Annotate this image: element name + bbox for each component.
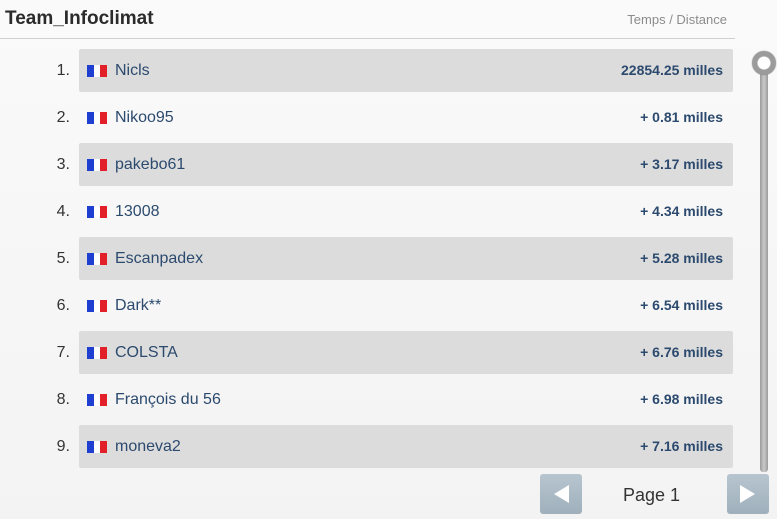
scrollbar-track[interactable] [760, 62, 768, 472]
list-item[interactable]: 1. Nicls 22854.25 milles [0, 49, 740, 96]
row-bar: moneva2 + 7.16 milles [79, 425, 733, 468]
row-bar: 13008 + 4.34 milles [79, 190, 733, 233]
arrow-left-icon [554, 485, 569, 503]
player-distance: + 6.54 milles [640, 297, 723, 313]
france-flag-icon [87, 206, 108, 218]
next-page-button[interactable] [727, 474, 769, 514]
row-bar: pakebo61 + 3.17 milles [79, 143, 733, 186]
player-name: 13008 [115, 203, 160, 220]
row-bar: Nikoo95 + 0.81 milles [79, 96, 733, 139]
list-item[interactable]: 8. François du 56 + 6.98 milles [0, 378, 740, 425]
rank-number: 2. [56, 109, 70, 126]
player-name: Nicls [115, 62, 150, 79]
list-item[interactable]: 2. Nikoo95 + 0.81 milles [0, 96, 740, 143]
france-flag-icon [87, 253, 108, 265]
rank-number: 3. [56, 156, 70, 173]
list-item[interactable]: 4. 13008 + 4.34 milles [0, 190, 740, 237]
france-flag-icon [87, 300, 108, 312]
row-bar: Nicls 22854.25 milles [79, 49, 733, 92]
player-name: Escanpadex [115, 250, 204, 267]
player-name: Nikoo95 [115, 109, 174, 126]
player-distance: + 4.34 milles [640, 203, 723, 219]
leaderboard-header: Team_Infoclimat Temps / Distance [0, 0, 735, 39]
page-indicator: Page 1 [623, 485, 681, 505]
france-flag-icon [87, 65, 108, 77]
france-flag-icon [87, 159, 108, 171]
player-distance: + 6.76 milles [640, 344, 723, 360]
rank-number: 4. [56, 203, 70, 220]
rank-number: 7. [56, 344, 70, 361]
scrollbar-handle[interactable] [752, 51, 776, 75]
list-item[interactable]: 7. COLSTA + 6.76 milles [0, 331, 740, 378]
player-name: François du 56 [115, 391, 221, 408]
player-distance: 22854.25 milles [621, 62, 723, 78]
leaderboard-panel: Team_Infoclimat Temps / Distance 1. Nicl… [0, 0, 777, 519]
row-bar: Dark** + 6.54 milles [79, 284, 733, 327]
column-label: Temps / Distance [627, 12, 727, 27]
player-distance: + 3.17 milles [640, 156, 723, 172]
list-item[interactable]: 9. moneva2 + 7.16 milles [0, 425, 740, 472]
list-item[interactable]: 5. Escanpadex + 5.28 milles [0, 237, 740, 284]
player-distance: + 6.98 milles [640, 391, 723, 407]
france-flag-icon [87, 112, 108, 124]
team-title: Team_Infoclimat [5, 8, 154, 29]
rank-number: 9. [56, 438, 70, 455]
list-item[interactable]: 6. Dark** + 6.54 milles [0, 284, 740, 331]
france-flag-icon [87, 347, 108, 359]
ranking-list: 1. Nicls 22854.25 milles 2. Nikoo95 + 0.… [0, 49, 740, 472]
player-name: moneva2 [115, 438, 181, 455]
france-flag-icon [87, 441, 108, 453]
row-bar: COLSTA + 6.76 milles [79, 331, 733, 374]
rank-number: 6. [56, 297, 70, 314]
player-distance: + 0.81 milles [640, 109, 723, 125]
list-item[interactable]: 3. pakebo61 + 3.17 milles [0, 143, 740, 190]
rank-number: 8. [56, 391, 70, 408]
rank-number: 5. [56, 250, 70, 267]
row-bar: Escanpadex + 5.28 milles [79, 237, 733, 280]
france-flag-icon [87, 394, 108, 406]
pagination: Page 1 [540, 474, 770, 516]
row-bar: François du 56 + 6.98 milles [79, 378, 733, 421]
player-name: COLSTA [115, 344, 178, 361]
rank-number: 1. [56, 62, 70, 79]
previous-page-button[interactable] [540, 474, 582, 514]
player-name: pakebo61 [115, 156, 186, 173]
arrow-right-icon [740, 485, 755, 503]
player-name: Dark** [115, 297, 162, 314]
player-distance: + 5.28 milles [640, 250, 723, 266]
player-distance: + 7.16 milles [640, 438, 723, 454]
